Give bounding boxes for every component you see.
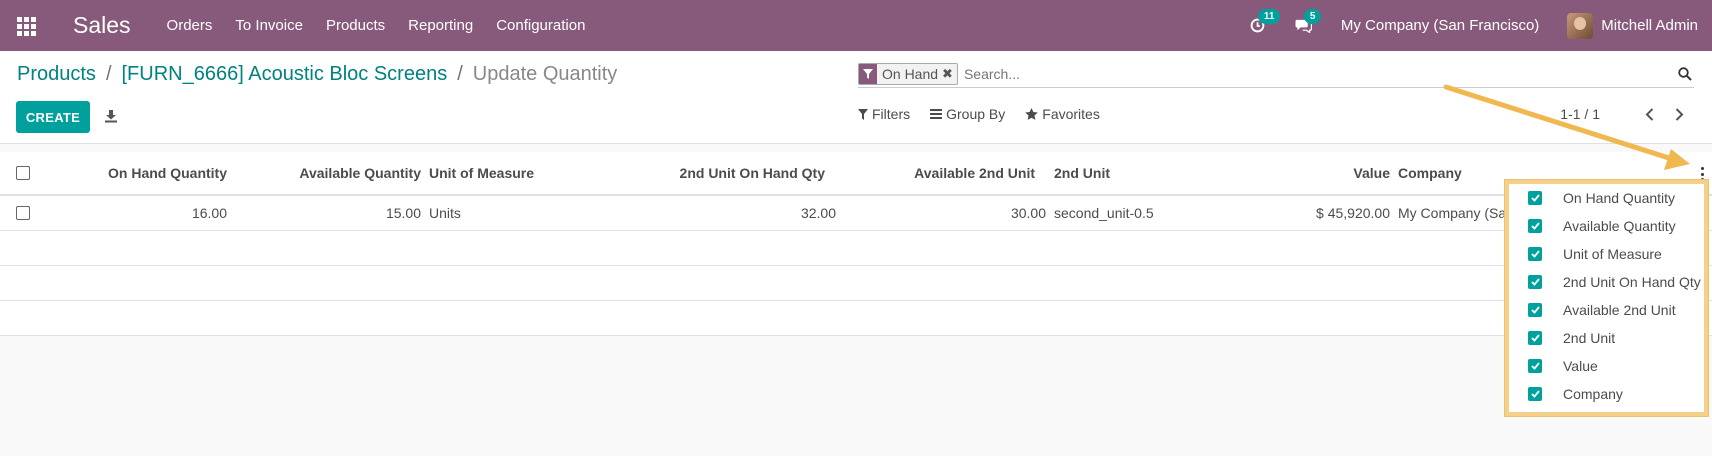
breadcrumb-products[interactable]: Products xyxy=(17,63,96,86)
pager-previous[interactable] xyxy=(1642,106,1656,122)
optional-column-label: Available Quantity xyxy=(1563,218,1676,234)
empty-row xyxy=(0,266,1712,301)
top-navbar: Sales Orders To Invoice Products Reporti… xyxy=(0,0,1712,51)
search-icon[interactable] xyxy=(1678,67,1692,81)
table-cell[interactable]: 15.00 xyxy=(240,196,421,230)
column-header[interactable]: Value xyxy=(1250,152,1390,194)
table-row[interactable]: 16.00 15.00 Units 32.00 30.00 second_uni… xyxy=(0,196,1712,231)
filters-label: Filters xyxy=(872,106,911,122)
pager: 1-1 / 1 xyxy=(1560,106,1686,122)
app-brand[interactable]: Sales xyxy=(73,12,131,39)
optional-columns-dropdown: On Hand Quantity Available Quantity Unit… xyxy=(1505,180,1708,416)
pager-value[interactable]: 1-1 / 1 xyxy=(1560,106,1600,122)
menu-configuration[interactable]: Configuration xyxy=(496,17,585,34)
kebab-vertical-icon[interactable] xyxy=(1701,167,1705,181)
star-icon xyxy=(1025,108,1039,120)
table-cell[interactable]: Units xyxy=(429,196,461,230)
download-icon[interactable] xyxy=(104,109,118,123)
select-all-cell xyxy=(16,152,30,194)
select-all-checkbox[interactable] xyxy=(16,166,30,180)
facet-label: On Hand xyxy=(882,66,939,82)
facet-close-icon[interactable]: ✖ xyxy=(942,66,957,82)
company-switcher[interactable]: My Company (San Francisco) xyxy=(1341,17,1539,34)
messages-button[interactable]: 5 xyxy=(1295,8,1322,35)
optional-column-label: Value xyxy=(1563,358,1598,374)
activity-count-badge: 11 xyxy=(1257,8,1281,24)
chevron-left-icon xyxy=(1645,107,1653,121)
checkmark-icon[interactable] xyxy=(1528,359,1542,373)
filters-button[interactable]: Filters xyxy=(858,106,910,122)
menu-products[interactable]: Products xyxy=(326,17,385,34)
optional-column-item[interactable]: Unit of Measure xyxy=(1509,240,1704,268)
breadcrumb-separator: / xyxy=(105,63,112,85)
content-background xyxy=(0,339,1712,456)
column-header[interactable]: On Hand Quantity xyxy=(60,152,227,194)
checkmark-icon[interactable] xyxy=(1528,247,1542,261)
checkmark-icon[interactable] xyxy=(1528,387,1542,401)
optional-column-item[interactable]: Company xyxy=(1509,380,1704,408)
favorites-label: Favorites xyxy=(1042,106,1100,122)
activity-button[interactable]: 11 xyxy=(1249,8,1281,35)
optional-column-label: 2nd Unit On Hand Qty xyxy=(1563,274,1701,290)
row-select-cell xyxy=(16,196,30,230)
groupby-button[interactable]: Group By xyxy=(930,106,1005,122)
optional-column-item[interactable]: Value xyxy=(1509,352,1704,380)
list-icon xyxy=(930,109,943,119)
checkmark-icon[interactable] xyxy=(1528,275,1542,289)
table-cell[interactable]: 32.00 xyxy=(620,196,836,230)
create-button[interactable]: CREATE xyxy=(16,101,90,133)
optional-column-item[interactable]: 2nd Unit xyxy=(1509,324,1704,352)
checkmark-icon[interactable] xyxy=(1528,191,1542,205)
optional-column-item[interactable]: Available Quantity xyxy=(1509,212,1704,240)
menu-reporting[interactable]: Reporting xyxy=(408,17,473,34)
favorites-button[interactable]: Favorites xyxy=(1025,106,1100,122)
column-header[interactable]: Available 2nd Unit xyxy=(840,152,1035,194)
optional-column-label: 2nd Unit xyxy=(1563,330,1616,346)
optional-column-item[interactable]: On Hand Quantity xyxy=(1509,184,1704,212)
breadcrumb-separator: / xyxy=(457,63,463,85)
user-menu[interactable]: Mitchell Admin xyxy=(1601,17,1698,34)
search-options: Filters Group By Favorites xyxy=(858,106,1120,122)
list-view-table: On Hand Quantity Available Quantity Unit… xyxy=(0,152,1712,336)
menu-orders[interactable]: Orders xyxy=(167,17,213,34)
optional-column-label: On Hand Quantity xyxy=(1563,190,1676,206)
avatar[interactable] xyxy=(1567,12,1594,39)
breadcrumb-product[interactable]: [FURN_6666] Acoustic Bloc Screens xyxy=(122,63,448,86)
breadcrumb-current: Update Quantity xyxy=(472,63,618,85)
search-bar: On Hand ✖ xyxy=(858,61,1694,88)
checkmark-icon[interactable] xyxy=(1528,219,1542,233)
column-header[interactable]: Company xyxy=(1398,152,1462,194)
empty-row xyxy=(0,301,1712,336)
search-facet: On Hand ✖ xyxy=(858,63,958,85)
row-checkbox[interactable] xyxy=(16,206,30,220)
optional-column-item[interactable]: 2nd Unit On Hand Qty xyxy=(1509,268,1704,296)
filter-funnel-icon xyxy=(859,64,877,84)
pager-next[interactable] xyxy=(1672,106,1686,122)
column-header[interactable]: Unit of Measure xyxy=(429,152,534,194)
optional-column-label: Available 2nd Unit xyxy=(1563,302,1676,318)
optional-column-label: Unit of Measure xyxy=(1563,246,1662,262)
messages-count-badge: 5 xyxy=(1303,8,1322,24)
table-cell[interactable]: second_unit-0.5 xyxy=(1054,196,1154,230)
column-header[interactable]: 2nd Unit xyxy=(1054,152,1110,194)
menu-to-invoice[interactable]: To Invoice xyxy=(235,17,303,34)
groupby-label: Group By xyxy=(946,106,1006,122)
checkmark-icon[interactable] xyxy=(1528,331,1542,345)
column-header[interactable]: Available Quantity xyxy=(240,152,421,194)
table-cell[interactable]: $ 45,920.00 xyxy=(1250,196,1390,230)
column-header[interactable]: 2nd Unit On Hand Qty xyxy=(620,152,825,194)
table-header: On Hand Quantity Available Quantity Unit… xyxy=(0,152,1712,196)
table-cell[interactable]: 30.00 xyxy=(840,196,1046,230)
chevron-right-icon xyxy=(1675,107,1683,121)
apps-grid-icon[interactable] xyxy=(17,16,37,36)
checkmark-icon[interactable] xyxy=(1528,303,1542,317)
filter-funnel-icon xyxy=(858,108,868,120)
control-panel: Products / [FURN_6666] Acoustic Bloc Scr… xyxy=(0,51,1712,144)
table-cell[interactable]: 16.00 xyxy=(60,196,227,230)
optional-column-item[interactable]: Available 2nd Unit xyxy=(1509,296,1704,324)
search-input[interactable] xyxy=(963,66,1694,82)
breadcrumb: Products / [FURN_6666] Acoustic Bloc Scr… xyxy=(17,63,617,86)
empty-row xyxy=(0,231,1712,266)
optional-column-label: Company xyxy=(1563,386,1623,402)
